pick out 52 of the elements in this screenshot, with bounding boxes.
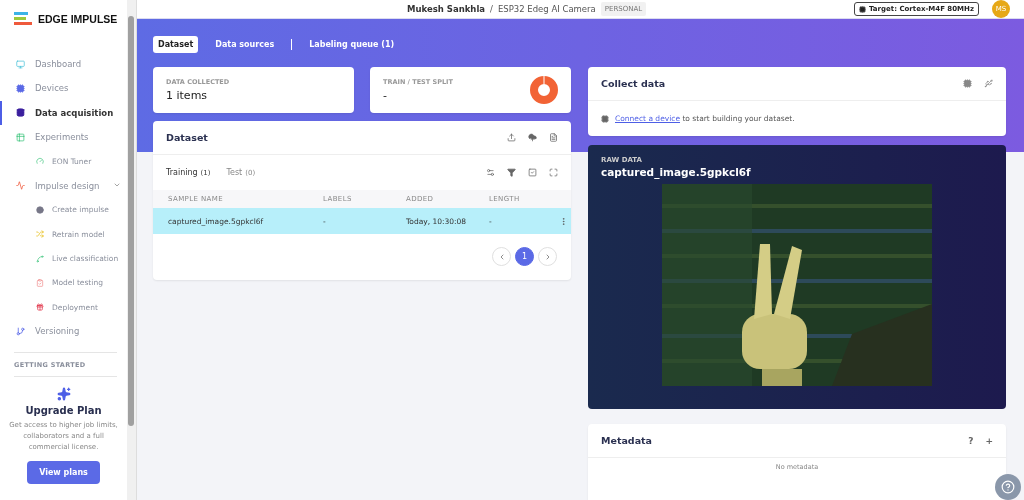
gift-icon — [36, 303, 44, 312]
tab[interactable]: Dataset — [153, 35, 199, 53]
scrollbar[interactable] — [127, 0, 136, 500]
settings-icon[interactable] — [486, 168, 495, 177]
raw-data-title: captured_image.5gpkcl6f — [601, 166, 752, 178]
chip-icon — [601, 114, 609, 123]
chip-icon — [859, 5, 866, 13]
pulse-icon — [16, 181, 25, 191]
cloud-icon[interactable] — [528, 133, 537, 142]
stat-value: - — [383, 89, 388, 102]
clipboard-icon — [36, 278, 44, 287]
tab[interactable]: Data sources — [210, 35, 280, 53]
curve-icon — [36, 254, 44, 263]
shuffle-icon — [36, 230, 44, 239]
card-title: Dataset — [166, 132, 208, 143]
sparkle-star-icon — [56, 386, 71, 401]
nav-item[interactable]: Impulse design — [0, 173, 127, 198]
database-icon — [16, 108, 25, 118]
user-name[interactable]: Mukesh Sankhla — [407, 4, 486, 14]
help-fab[interactable] — [995, 474, 1021, 500]
filter-icon[interactable] — [507, 168, 516, 177]
nav-item[interactable]: Dashboard — [0, 52, 127, 77]
fullscreen-icon[interactable] — [549, 168, 558, 177]
nav-item[interactable]: Devices — [0, 76, 127, 101]
dot-icon — [36, 205, 44, 214]
table-icon — [16, 132, 25, 142]
branch-icon — [16, 326, 25, 336]
card-title: Metadata — [601, 435, 652, 446]
nav-item[interactable]: Versioning — [0, 319, 127, 344]
breadcrumb-separator: / — [490, 4, 493, 14]
brand-name: EDGE IMPULSE — [38, 13, 118, 25]
project-name[interactable]: ESP32 Edeg AI Camera — [497, 4, 596, 14]
monitor-icon — [16, 59, 25, 69]
gauge-icon — [36, 157, 44, 166]
add-button[interactable]: + — [985, 435, 993, 446]
donut-chart-icon — [530, 76, 558, 104]
page-button[interactable]: 1 — [515, 247, 534, 266]
card-title: Collect data — [601, 78, 666, 89]
view-plans-button[interactable]: View plans — [27, 461, 100, 485]
chip-icon[interactable] — [963, 79, 972, 88]
chip-icon — [16, 83, 25, 93]
upload-icon[interactable] — [507, 133, 516, 142]
help-button[interactable]: ? — [968, 435, 974, 446]
upgrade-title: Upgrade Plan — [25, 404, 102, 416]
nav-item[interactable]: Experiments — [0, 124, 127, 150]
checkbox-icon[interactable] — [528, 168, 537, 177]
more-icon[interactable] — [559, 216, 568, 226]
help-icon — [1001, 480, 1015, 494]
stat-value: 1 items — [166, 89, 209, 102]
file-icon[interactable] — [549, 133, 558, 142]
logo-icon — [14, 12, 32, 26]
tab[interactable]: Labeling queue (1) — [304, 35, 400, 53]
